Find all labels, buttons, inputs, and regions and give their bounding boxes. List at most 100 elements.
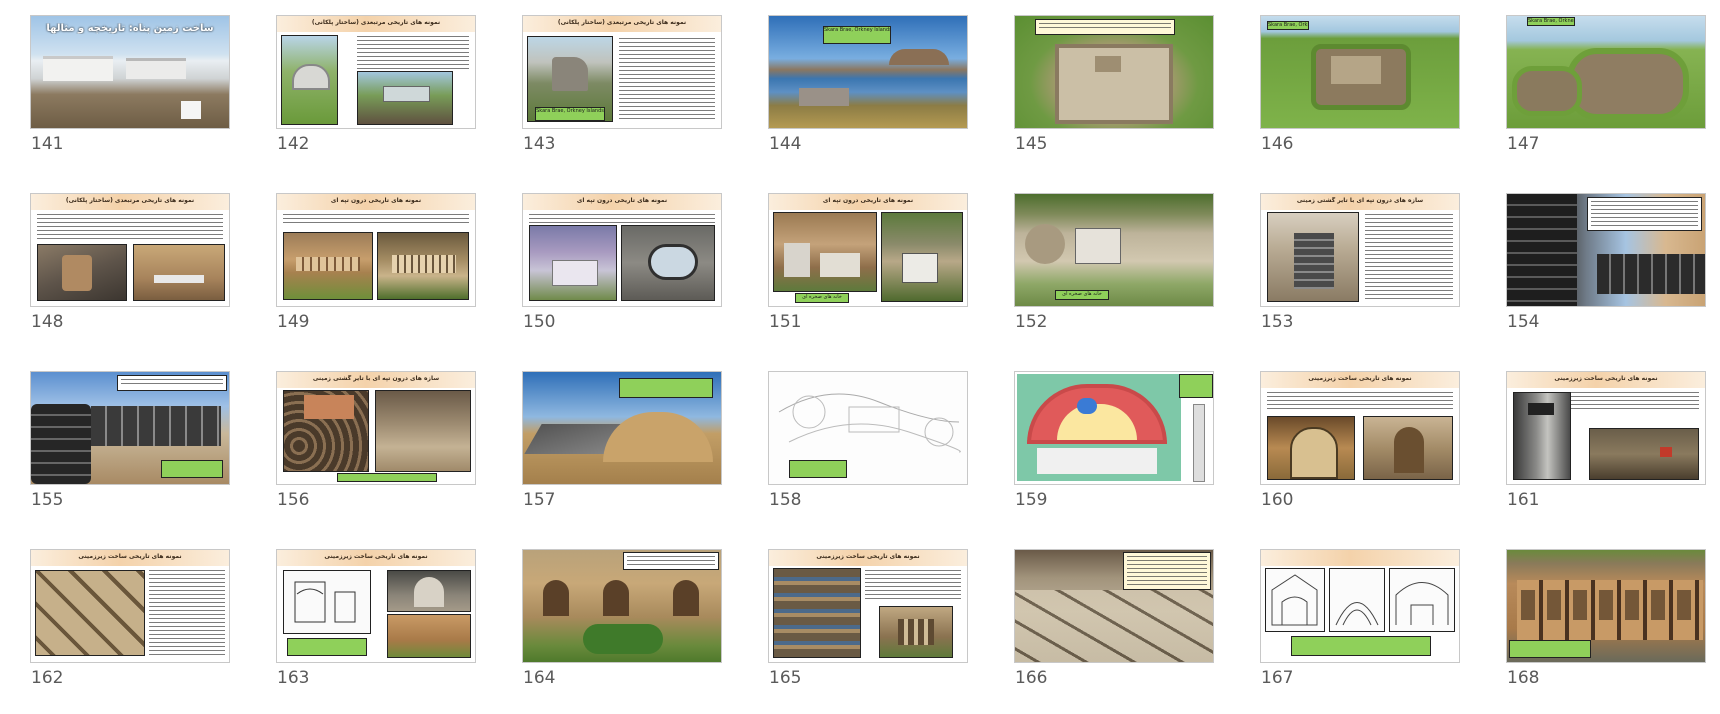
slide-image[interactable]: [1014, 15, 1214, 129]
slide-number: 155: [31, 490, 64, 510]
slide-thumbnail-159[interactable]: 159: [1014, 371, 1214, 521]
slide-number: 149: [277, 312, 310, 332]
slide-image[interactable]: سازه های درون تپه ای با تایر گشتی زمینی: [276, 371, 476, 485]
slide-number: 166: [1015, 668, 1048, 688]
slide-title: ساخت زمین پناه: تاریخچه و مثالها: [46, 23, 214, 34]
slide-number: 152: [1015, 312, 1048, 332]
slide-title: نمونه های تاریخی ساخت زیرزمینی: [324, 553, 428, 560]
slide-number: 145: [1015, 134, 1048, 154]
slide-image[interactable]: نمونه های تاریخی ساخت زیرزمینی: [768, 549, 968, 663]
slide-sorter-grid: ساخت زمین پناه: تاریخچه و مثالها 141 نمو…: [0, 0, 1720, 714]
slide-thumbnail-153[interactable]: سازه های درون تپه ای با تایر گشتی زمینی …: [1260, 193, 1460, 343]
slide-image[interactable]: [30, 371, 230, 485]
slide-title: سازه های درون تپه ای با تایر گشتی زمینی: [312, 375, 440, 382]
slide-number: 148: [31, 312, 64, 332]
slide-number: 159: [1015, 490, 1048, 510]
slide-thumbnail-158[interactable]: 158: [768, 371, 968, 521]
slide-thumbnail-166[interactable]: 166: [1014, 549, 1214, 699]
slide-number: 150: [523, 312, 556, 332]
slide-thumbnail-167[interactable]: 167: [1260, 549, 1460, 699]
slide-thumbnail-163[interactable]: نمونه های تاریخی ساخت زیرزمینی 163: [276, 549, 476, 699]
slide-thumbnail-145[interactable]: 145: [1014, 15, 1214, 165]
slide-thumbnail-147[interactable]: Skara Brae, Orkney Islands 147: [1506, 15, 1706, 165]
slide-image[interactable]: نمونه های تاریخی مرتبعدی (ساختار پلکانی): [276, 15, 476, 129]
slide-title: نمونه های تاریخی درون تپه ای: [822, 197, 914, 204]
slide-title: نمونه های تاریخی ساخت زیرزمینی: [78, 553, 182, 560]
slide-number: 164: [523, 668, 556, 688]
slide-image[interactable]: Skara Brae, Orkney Islands: [768, 15, 968, 129]
slide-caption: Skara Brae, Orkney Islands: [1527, 17, 1575, 26]
slide-image[interactable]: خانه های صخره ای: [1014, 193, 1214, 307]
slide-image[interactable]: [1506, 193, 1706, 307]
slide-caption: Skara Brae, Orkney Islands: [823, 26, 891, 44]
slide-thumbnail-161[interactable]: نمونه های تاریخی ساخت زیرزمینی 161: [1506, 371, 1706, 521]
slide-image[interactable]: [1014, 371, 1214, 485]
slide-image[interactable]: نمونه های تاریخی درون تپه ای: [522, 193, 722, 307]
slide-number: 160: [1261, 490, 1294, 510]
slide-image[interactable]: نمونه های تاریخی مرتبعدی (ساختار پلکانی)…: [522, 15, 722, 129]
slide-thumbnail-155[interactable]: 155: [30, 371, 230, 521]
slide-number: 158: [769, 490, 802, 510]
slide-image[interactable]: [1506, 549, 1706, 663]
slide-thumbnail-141[interactable]: ساخت زمین پناه: تاریخچه و مثالها 141: [30, 15, 230, 165]
slide-image[interactable]: [522, 371, 722, 485]
slide-number: 146: [1261, 134, 1294, 154]
slide-thumbnail-149[interactable]: نمونه های تاریخی درون تپه ای 149: [276, 193, 476, 343]
slide-number: 147: [1507, 134, 1540, 154]
slide-number: 161: [1507, 490, 1540, 510]
slide-number: 162: [31, 668, 64, 688]
slide-thumbnail-157[interactable]: 157: [522, 371, 722, 521]
slide-number: 151: [769, 312, 802, 332]
slide-thumbnail-144[interactable]: Skara Brae, Orkney Islands 144: [768, 15, 968, 165]
slide-title: نمونه های تاریخی درون تپه ای: [576, 197, 668, 204]
slide-caption: Skara Brae, Orkney Islands: [535, 107, 605, 121]
slide-caption: خانه های صخره ای: [1055, 290, 1109, 300]
slide-thumbnail-164[interactable]: 164: [522, 549, 722, 699]
slide-thumbnail-154[interactable]: 154: [1506, 193, 1706, 343]
slide-thumbnail-143[interactable]: نمونه های تاریخی مرتبعدی (ساختار پلکانی)…: [522, 15, 722, 165]
slide-image[interactable]: نمونه های تاریخی درون تپه ای: [276, 193, 476, 307]
slide-thumbnail-148[interactable]: نمونه های تاریخی مرتبعدی (ساختار پلکانی)…: [30, 193, 230, 343]
slide-thumbnail-160[interactable]: نمونه های تاریخی ساخت زیرزمینی 160: [1260, 371, 1460, 521]
slide-number: 154: [1507, 312, 1540, 332]
slide-thumbnail-150[interactable]: نمونه های تاریخی درون تپه ای 150: [522, 193, 722, 343]
slide-image[interactable]: سازه های درون تپه ای با تایر گشتی زمینی: [1260, 193, 1460, 307]
slide-image[interactable]: نمونه های تاریخی ساخت زیرزمینی: [276, 549, 476, 663]
slide-image[interactable]: [768, 371, 968, 485]
slide-number: 163: [277, 668, 310, 688]
slide-image[interactable]: [1014, 549, 1214, 663]
slide-caption: خانه های صخره ای: [795, 293, 849, 303]
slide-title: نمونه های تاریخی ساخت زیرزمینی: [816, 553, 920, 560]
slide-thumbnail-142[interactable]: نمونه های تاریخی مرتبعدی (ساختار پلکانی)…: [276, 15, 476, 165]
slide-title: نمونه های تاریخی مرتبعدی (ساختار پلکانی): [557, 19, 687, 26]
slide-image[interactable]: ساخت زمین پناه: تاریخچه و مثالها: [30, 15, 230, 129]
slide-thumbnail-151[interactable]: نمونه های تاریخی درون تپه ای خانه های صخ…: [768, 193, 968, 343]
slide-image[interactable]: [1260, 549, 1460, 663]
slide-number: 157: [523, 490, 556, 510]
slide-thumbnail-168[interactable]: 168: [1506, 549, 1706, 699]
slide-caption: Skara Brae, Orkney Islands: [1267, 21, 1309, 30]
slide-image[interactable]: [522, 549, 722, 663]
slide-title: نمونه های تاریخی مرتبعدی (ساختار پلکانی): [311, 19, 441, 26]
slide-thumbnail-152[interactable]: خانه های صخره ای 152: [1014, 193, 1214, 343]
slide-number: 168: [1507, 668, 1540, 688]
slide-image[interactable]: Skara Brae, Orkney Islands: [1260, 15, 1460, 129]
slide-thumbnail-146[interactable]: Skara Brae, Orkney Islands 146: [1260, 15, 1460, 165]
slide-thumbnail-165[interactable]: نمونه های تاریخی ساخت زیرزمینی 165: [768, 549, 968, 699]
slide-image[interactable]: Skara Brae, Orkney Islands: [1506, 15, 1706, 129]
slide-image[interactable]: نمونه های تاریخی ساخت زیرزمینی: [1506, 371, 1706, 485]
slide-title: نمونه های تاریخی ساخت زیرزمینی: [1554, 375, 1658, 382]
slide-image[interactable]: نمونه های تاریخی ساخت زیرزمینی: [1260, 371, 1460, 485]
slide-number: 153: [1261, 312, 1294, 332]
slide-title: نمونه های تاریخی مرتبعدی (ساختار پلکانی): [65, 197, 195, 204]
slide-number: 143: [523, 134, 556, 154]
slide-image[interactable]: نمونه های تاریخی درون تپه ای خانه های صخ…: [768, 193, 968, 307]
slide-number: 165: [769, 668, 802, 688]
slide-image[interactable]: نمونه های تاریخی مرتبعدی (ساختار پلکانی): [30, 193, 230, 307]
slide-image[interactable]: نمونه های تاریخی ساخت زیرزمینی: [30, 549, 230, 663]
slide-thumbnail-156[interactable]: سازه های درون تپه ای با تایر گشتی زمینی …: [276, 371, 476, 521]
slide-title: سازه های درون تپه ای با تایر گشتی زمینی: [1296, 197, 1424, 204]
slide-number: 144: [769, 134, 802, 154]
slide-number: 141: [31, 134, 64, 154]
slide-thumbnail-162[interactable]: نمونه های تاریخی ساخت زیرزمینی 162: [30, 549, 230, 699]
